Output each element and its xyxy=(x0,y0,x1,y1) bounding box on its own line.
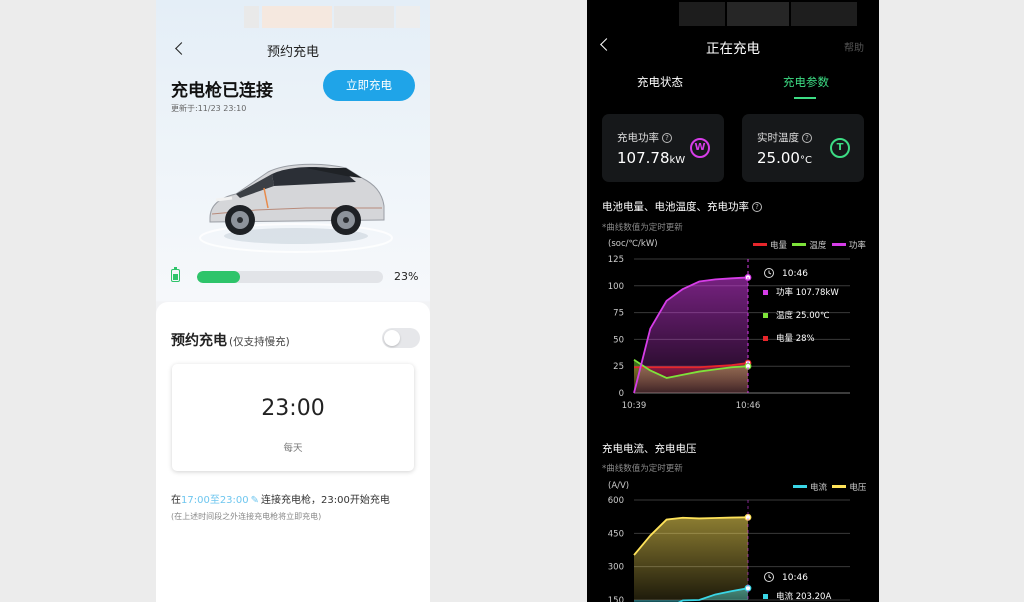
tab-charge-status[interactable]: 充电状态 xyxy=(637,74,683,90)
metric-label-text: 实时温度 xyxy=(757,132,799,144)
schedule-time-picker[interactable]: 23:00 每天 xyxy=(172,364,414,471)
metric-label: 充电功率? xyxy=(617,130,672,145)
chart1-note: *曲线数值为定时更新 xyxy=(602,223,683,233)
battery-percent: 23% xyxy=(394,270,419,283)
chart2-plot[interactable]: 600 450 300 150 10:46 电流 203.20A xyxy=(587,490,879,602)
metric-value-number: 107.78 xyxy=(617,149,670,167)
series-area xyxy=(634,277,748,393)
legend-swatch xyxy=(792,243,807,246)
schedule-time: 23:00 xyxy=(261,396,325,421)
legend-swatch xyxy=(793,485,807,488)
tab-charge-params[interactable]: 充电参数 xyxy=(783,74,829,90)
page-title: 预约充电 xyxy=(266,45,319,60)
legend-swatch xyxy=(832,485,847,488)
y-tick-label: 100 xyxy=(608,282,624,292)
tooltip-label: 温度 25.00℃ xyxy=(776,310,830,321)
tooltip-swatch xyxy=(763,313,768,318)
help-link[interactable]: 帮助 xyxy=(844,39,864,54)
schedule-subtitle: (仅支持慢充) xyxy=(229,336,290,348)
status-bar xyxy=(679,2,859,26)
tab-active-underline xyxy=(794,97,816,99)
y-tick-label: 300 xyxy=(608,563,624,573)
chart2-title: 充电电流、充电电压 xyxy=(602,443,697,455)
edit-pencil-icon[interactable]: ✎ xyxy=(251,495,259,506)
tooltip-label: 电量 28% xyxy=(776,333,815,344)
metric-unit: kW xyxy=(669,155,686,166)
help-circle-icon[interactable]: ? xyxy=(752,202,762,212)
schedule-toggle[interactable] xyxy=(382,328,420,348)
tooltip-label: 电流 203.20A xyxy=(776,591,831,602)
status-bar xyxy=(244,6,420,28)
chart-tooltip: 10:46 电流 203.20A xyxy=(763,572,831,602)
metric-label-text: 充电功率 xyxy=(617,132,659,144)
y-tick-label: 0 xyxy=(619,389,624,399)
schedule-rule: 在17:00至23:00 ✎ 连接充电枪，23:00开始充电 xyxy=(171,491,390,506)
right-phone-screen: 正在充电 帮助 充电状态 充电参数 充电功率? 107.78kW W 实时温度?… xyxy=(587,0,879,602)
battery-icon xyxy=(171,266,180,282)
page-title: 正在充电 xyxy=(706,41,760,57)
car-image xyxy=(199,163,393,253)
chart1-y-unit: (soc/℃/kW) xyxy=(608,239,658,249)
tooltip-swatch xyxy=(763,290,768,295)
y-tick-label: 50 xyxy=(613,335,624,345)
metric-value: 107.78kW xyxy=(617,149,685,167)
y-tick-label: 25 xyxy=(613,362,624,372)
clock-hands xyxy=(768,270,772,275)
legend-swatch xyxy=(831,243,846,246)
chart1-title: 电池电量、电池温度、充电功率? xyxy=(602,199,762,214)
chart1-plot[interactable]: 0 25 50 75 100 125 10:39 10:46 10:46 功率 107.78kW 温… xyxy=(587,250,879,420)
help-circle-icon[interactable]: ? xyxy=(662,133,672,143)
chart-tooltip: 10:46 功率 107.78kW 温度 25.00℃ 电量 28% xyxy=(763,268,839,344)
rule-time-window[interactable]: 17:00至23:00 xyxy=(181,495,249,506)
x-tick-label: 10:39 xyxy=(622,401,647,411)
rule-note: (在上述时间段之外连接充电枪将立即充电) xyxy=(171,512,322,521)
rule-suffix: 连接充电枪，23:00开始充电 xyxy=(261,495,390,506)
tooltip-swatch xyxy=(763,336,768,341)
left-phone-screen: 预约充电 充电枪已连接 更新于:11/23 23:10 立即充电 23% 预约充… xyxy=(156,0,430,602)
y-tick-label: 600 xyxy=(608,496,624,506)
schedule-title-label: 预约充电 xyxy=(171,333,227,349)
rule-prefix: 在 xyxy=(171,495,181,506)
legend-swatch xyxy=(753,243,767,246)
charge-now-button[interactable]: 立即充电 xyxy=(323,70,415,101)
chart2-note: *曲线数值为定时更新 xyxy=(602,464,683,474)
x-tick-label: 10:46 xyxy=(736,401,761,411)
tooltip-time: 10:46 xyxy=(782,573,808,583)
metric-card-temperature: 实时温度? 25.00°C T xyxy=(742,114,864,182)
schedule-repeat: 每天 xyxy=(283,443,303,454)
metric-label: 实时温度? xyxy=(757,130,812,145)
clock-hands xyxy=(768,574,772,579)
tooltip-label: 功率 107.78kW xyxy=(776,287,839,298)
battery-progress-fill xyxy=(197,271,240,283)
temperature-t-icon: T xyxy=(830,138,850,158)
y-tick-label: 450 xyxy=(608,529,624,539)
y-tick-label: 150 xyxy=(608,596,624,602)
y-tick-label: 125 xyxy=(608,255,624,265)
tooltip-time: 10:46 xyxy=(782,269,808,279)
y-tick-label: 75 xyxy=(613,309,624,319)
metric-unit: °C xyxy=(799,155,812,166)
series-area xyxy=(634,517,748,600)
power-w-icon: W xyxy=(690,138,710,158)
metric-value: 25.00°C xyxy=(757,149,812,167)
schedule-title: 预约充电 (仅支持慢充) xyxy=(171,330,290,350)
connection-status-title: 充电枪已连接 xyxy=(171,81,273,101)
tooltip-swatch xyxy=(763,594,768,599)
update-time: 更新于:11/23 23:10 xyxy=(171,104,247,113)
metric-value-number: 25.00 xyxy=(757,149,800,167)
metric-card-power: 充电功率? 107.78kW W xyxy=(602,114,724,182)
help-circle-icon[interactable]: ? xyxy=(802,133,812,143)
battery-progress-bar xyxy=(197,271,383,283)
chart1-title-text: 电池电量、电池温度、充电功率 xyxy=(602,201,749,213)
